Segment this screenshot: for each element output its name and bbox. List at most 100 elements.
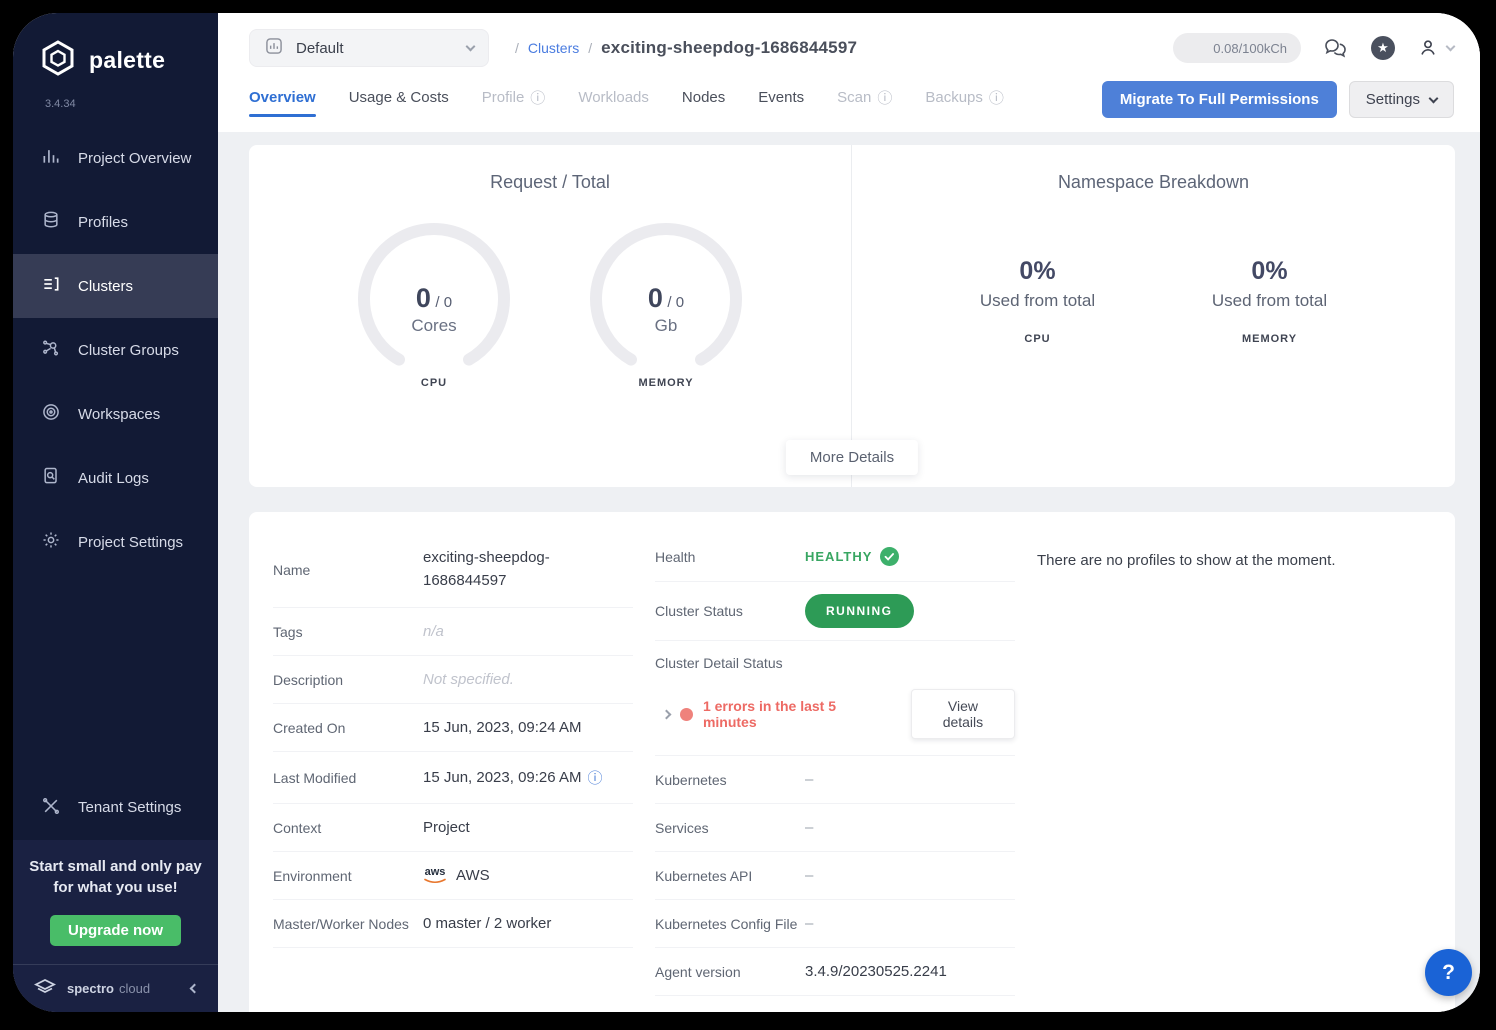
info-icon: ⓘ: [530, 87, 545, 108]
chevron-down-icon: [1429, 93, 1439, 103]
collapse-sidebar-icon[interactable]: [190, 984, 200, 994]
upgrade-now-button[interactable]: Upgrade now: [50, 915, 181, 946]
sidebar-item-label: Cluster Groups: [78, 342, 179, 359]
request-total-panel: Request / Total 0 / 0 Cores CPU: [249, 145, 852, 487]
error-dot-icon: [680, 708, 693, 721]
environment-value: AWS: [456, 867, 490, 884]
more-details-button[interactable]: More Details: [786, 440, 918, 475]
sidebar-item-tenant-settings[interactable]: Tenant Settings: [13, 776, 218, 840]
page-header: Default / Clusters / exciting-sheepdog-1…: [218, 13, 1480, 132]
user-menu-button[interactable]: [1417, 37, 1454, 59]
chevron-down-icon: [466, 42, 476, 52]
main-area: Default / Clusters / exciting-sheepdog-1…: [218, 13, 1480, 1012]
usage-credits-badge: 0.08/100kCh: [1173, 33, 1301, 63]
tab-profile[interactable]: Profileⓘ: [482, 87, 546, 127]
agent-version-value: 3.4.9/20230525.2241: [805, 963, 947, 980]
breadcrumb-separator: /: [515, 40, 519, 56]
project-selector[interactable]: Default: [249, 29, 489, 67]
usage-overview-card: Request / Total 0 / 0 Cores CPU: [249, 145, 1455, 487]
kubernetes-row: Kubernetes –: [655, 756, 1015, 804]
kubeconfig-value: –: [805, 915, 813, 932]
health-value: HEALTHY: [805, 547, 899, 566]
description-row: Description Not specified.: [273, 656, 633, 704]
sidebar-item-workspaces[interactable]: Workspaces: [13, 382, 218, 446]
sidebar-item-project-overview[interactable]: Project Overview: [13, 126, 218, 190]
sidebar-item-label: Project Overview: [78, 150, 191, 167]
last-modified-value: 15 Jun, 2023, 09:26 AM: [423, 769, 581, 786]
cluster-details-card: Name exciting-sheepdog-1686844597 Tags n…: [249, 512, 1455, 1012]
aws-logo-icon: aws: [423, 867, 447, 884]
brand-name: palette: [89, 47, 165, 74]
cluster-status-column: Health HEALTHY Cluster Status RUNNING Cl…: [655, 532, 1015, 996]
tab-backups[interactable]: Backupsⓘ: [925, 87, 1004, 127]
breadcrumb-separator: /: [588, 40, 592, 56]
nodes-row: Master/Worker Nodes 0 master / 2 worker: [273, 900, 633, 948]
agent-version-row: Agent version 3.4.9/20230525.2241: [655, 948, 1015, 996]
check-circle-icon: [880, 547, 899, 566]
created-on-row: Created On 15 Jun, 2023, 09:24 AM: [273, 704, 633, 752]
breadcrumb-clusters-link[interactable]: Clusters: [528, 40, 579, 56]
cluster-status-row: Cluster Status RUNNING: [655, 582, 1015, 641]
sidebar-item-project-settings[interactable]: Project Settings: [13, 510, 218, 574]
tags-value: n/a: [423, 623, 444, 640]
migrate-permissions-button[interactable]: Migrate To Full Permissions: [1102, 81, 1337, 118]
sidebar-item-label: Workspaces: [78, 406, 160, 423]
tab-scan[interactable]: Scanⓘ: [837, 87, 892, 127]
expand-errors-icon[interactable]: [662, 709, 672, 719]
cluster-info-column: Name exciting-sheepdog-1686844597 Tags n…: [273, 532, 633, 996]
user-icon: [1417, 37, 1439, 59]
tab-workloads[interactable]: Workloads: [578, 89, 649, 125]
services-value: –: [805, 819, 813, 836]
tab-usage-costs[interactable]: Usage & Costs: [349, 89, 449, 125]
context-value: Project: [423, 819, 470, 836]
sidebar-item-label: Tenant Settings: [78, 799, 181, 816]
sidebar-item-label: Audit Logs: [78, 470, 149, 487]
view-details-button[interactable]: View details: [911, 689, 1015, 739]
info-icon: ⓘ: [989, 87, 1004, 108]
help-button[interactable]: ?: [1425, 949, 1472, 996]
info-icon[interactable]: ⓘ: [587, 767, 602, 788]
tab-overview[interactable]: Overview: [249, 89, 316, 125]
tab-nodes[interactable]: Nodes: [682, 89, 725, 125]
sidebar-footer: spectro cloud: [13, 964, 218, 1012]
namespace-memory-stat: 0% Used from total MEMORY: [1170, 257, 1370, 345]
name-row: Name exciting-sheepdog-1686844597: [273, 532, 633, 608]
footer-brand: spectro: [67, 981, 114, 996]
cpu-unit: Cores: [354, 316, 514, 336]
upgrade-promo: Start small and only pay for what you us…: [13, 840, 218, 965]
sidebar-item-label: Clusters: [78, 278, 133, 295]
palette-logo-icon: [39, 39, 77, 82]
cluster-tabs: Overview Usage & Costs Profileⓘ Workload…: [249, 87, 1004, 127]
sidebar-item-profiles[interactable]: Profiles: [13, 190, 218, 254]
sidebar-item-cluster-groups[interactable]: Cluster Groups: [13, 318, 218, 382]
sidebar-item-clusters[interactable]: Clusters: [13, 254, 218, 318]
kubeconfig-row: Kubernetes Config File –: [655, 900, 1015, 948]
breadcrumb: / Clusters / exciting-sheepdog-168684459…: [515, 38, 857, 58]
page-title: exciting-sheepdog-1686844597: [601, 38, 857, 58]
status-badge: RUNNING: [805, 594, 914, 628]
memory-gauge: 0 / 0 Gb MEMORY: [586, 221, 746, 389]
tab-events[interactable]: Events: [758, 89, 804, 125]
cpu-request-value: 0: [416, 283, 431, 313]
description-value: Not specified.: [423, 671, 514, 688]
promo-text: Start small and only pay for what you us…: [25, 856, 206, 900]
project-selector-value: Default: [296, 40, 455, 57]
feedback-chat-button[interactable]: [1323, 36, 1349, 60]
bar-chart-icon: [41, 146, 61, 170]
sidebar: palette 3.4.34 Project Overview Profiles: [13, 13, 218, 1012]
whats-new-button[interactable]: ★: [1371, 36, 1395, 60]
app-version: 3.4.34: [45, 98, 218, 110]
cpu-used-percent: 0%: [938, 257, 1138, 286]
namespace-cpu-stat: 0% Used from total CPU: [938, 257, 1138, 345]
settings-button[interactable]: Settings: [1349, 81, 1454, 118]
kubernetes-api-row: Kubernetes API –: [655, 852, 1015, 900]
environment-row: Environment aws AWS: [273, 852, 633, 900]
sidebar-item-audit-logs[interactable]: Audit Logs: [13, 446, 218, 510]
namespace-breakdown-panel: Namespace Breakdown 0% Used from total C…: [852, 145, 1455, 487]
memory-request-value: 0: [648, 283, 663, 313]
kubernetes-value: –: [805, 771, 813, 788]
profiles-empty-message: There are no profiles to show at the mom…: [1037, 532, 1431, 569]
workspaces-icon: [41, 402, 61, 426]
sidebar-item-label: Project Settings: [78, 534, 183, 551]
star-icon: ★: [1371, 36, 1395, 60]
